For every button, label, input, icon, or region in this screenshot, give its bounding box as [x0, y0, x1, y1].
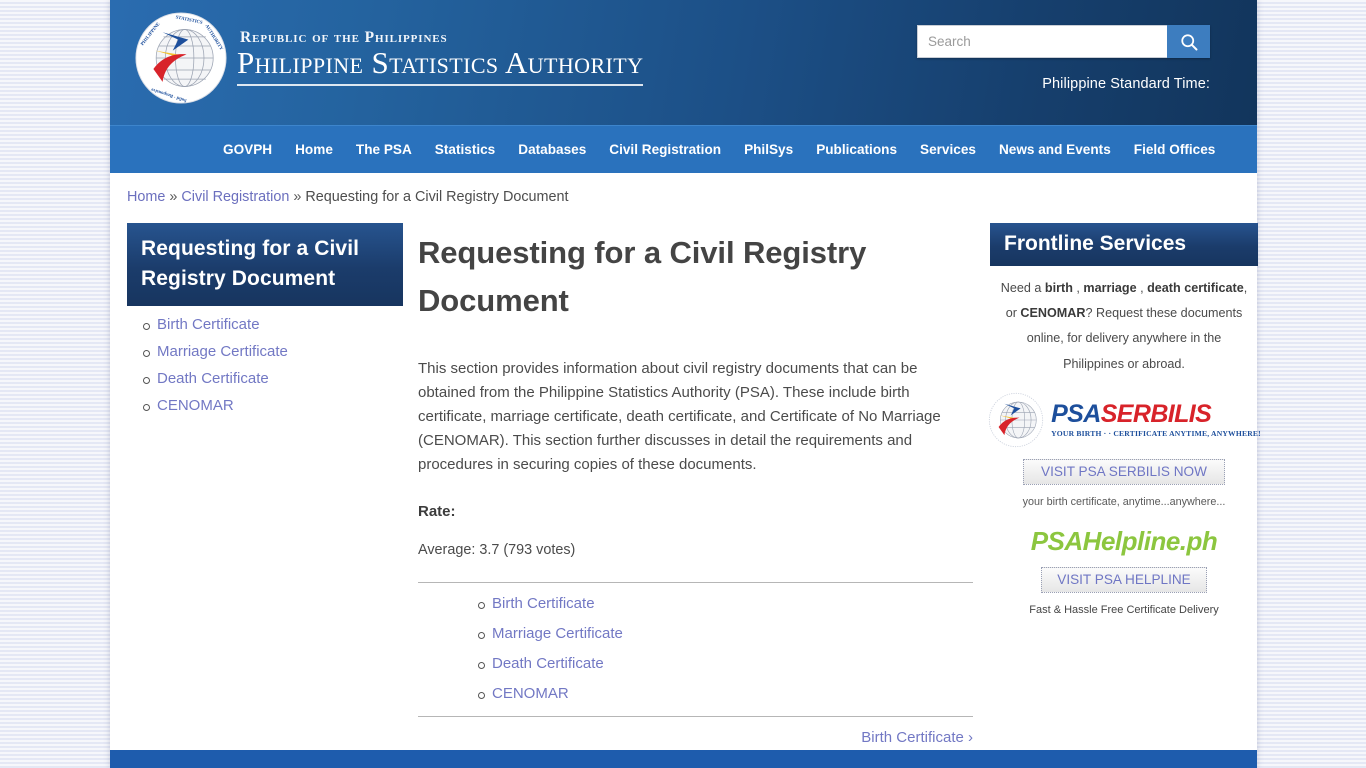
blurb-prefix: Need a — [1000, 281, 1045, 295]
blurb-cenomar: CENOMAR — [1020, 306, 1086, 321]
breadcrumb-current: Requesting for a Civil Registry Document — [305, 189, 569, 205]
intro-paragraph: This section provides information about … — [418, 360, 941, 474]
blurb-birth: birth — [1044, 281, 1073, 295]
serbilis-wordmark: PSASERBILIS YOUR BIRTH · · CERTIFICATE A… — [1051, 399, 1261, 438]
breadcrumb-separator: » — [293, 189, 302, 205]
brand-text: Republic of the Philippines Philippine S… — [237, 28, 644, 87]
search-form[interactable] — [917, 25, 1210, 58]
serbilis-word-psa: PSA — [1051, 399, 1101, 428]
brand-title: Philippine Statistics Authority — [237, 45, 644, 87]
site-masthead: PHILIPPINE STATISTICS AUTHORITY Solid · … — [110, 0, 1257, 125]
list-item: Marriage Certificate — [478, 625, 973, 642]
main-navigation: GOVPH Home The PSA Statistics Databases … — [110, 125, 1257, 173]
serbilis-word-serbilis: SERBILIS — [1100, 399, 1212, 428]
nav-item-philsys[interactable]: PhilSys — [744, 142, 793, 157]
nav-item-statistics[interactable]: Statistics — [435, 142, 495, 157]
list-item: Marriage Certificate — [141, 343, 403, 360]
nav-item-publications[interactable]: Publications — [816, 142, 897, 157]
sidebar-item-cenomar[interactable]: CENOMAR — [157, 397, 234, 414]
visit-psa-serbilis-button[interactable]: VISIT PSA SERBILIS NOW — [1023, 458, 1225, 485]
psa-helpline-logo: PSAHelpline.ph — [1030, 525, 1218, 556]
content-area: Home » Civil Registration » Requesting f… — [110, 173, 1261, 761]
nav-item-civil-registration[interactable]: Civil Registration — [609, 142, 721, 157]
blurb-sep: , — [1072, 281, 1084, 295]
list-item: Birth Certificate — [478, 595, 973, 612]
breadcrumb-separator: » — [169, 189, 178, 205]
nav-item-home[interactable]: Home — [295, 142, 333, 157]
psa-seal-icon — [987, 391, 1045, 449]
breadcrumb-civil-registration[interactable]: Civil Registration — [181, 189, 289, 205]
list-item: Death Certificate — [141, 370, 403, 387]
pager-next-link[interactable]: Birth Certificate › — [861, 729, 973, 746]
book-child-list: Birth Certificate Marriage Certificate D… — [418, 595, 973, 702]
serbilis-tagline: YOUR BIRTH · · CERTIFICATE ANYTIME, ANYW… — [1051, 428, 1261, 438]
left-sidebar: Requesting for a Civil Registry Document… — [127, 223, 403, 760]
breadcrumb: Home » Civil Registration » Requesting f… — [110, 173, 1257, 205]
sidebar-title: Requesting for a Civil Registry Document — [127, 223, 403, 306]
blurb-marriage: marriage — [1083, 281, 1137, 295]
search-input[interactable] — [917, 25, 1167, 58]
list-item: Birth Certificate — [141, 316, 403, 333]
sidebar-link-list: Birth Certificate Marriage Certificate D… — [127, 316, 403, 414]
site-brand[interactable]: PHILIPPINE STATISTICS AUTHORITY Solid · … — [135, 12, 644, 104]
three-column-layout: Requesting for a Civil Registry Document… — [110, 205, 1261, 761]
nav-item-news-and-events[interactable]: News and Events — [999, 142, 1111, 157]
footer-strip — [110, 750, 1257, 768]
page-title: Requesting for a Civil Registry Document — [418, 235, 867, 319]
frontline-services-title: Frontline Services — [990, 223, 1258, 266]
psa-serbilis-logo: PSASERBILIS YOUR BIRTH · · CERTIFICATE A… — [987, 391, 1261, 449]
frontline-services-blurb: Need a birth , marriage , death certific… — [990, 266, 1258, 377]
sub-link-cenomar[interactable]: CENOMAR — [492, 685, 569, 702]
right-sidebar: Frontline Services Need a birth , marria… — [987, 223, 1261, 760]
nav-item-services[interactable]: Services — [920, 142, 976, 157]
blurb-sep: , — [1136, 281, 1148, 295]
sidebar-item-birth-certificate[interactable]: Birth Certificate — [157, 316, 260, 333]
blurb-death-certificate: death certificate — [1147, 281, 1244, 295]
sub-link-marriage-certificate[interactable]: Marriage Certificate — [492, 625, 623, 642]
list-item: CENOMAR — [478, 685, 973, 702]
brand-subtitle: Republic of the Philippines — [240, 28, 448, 46]
nav-item-govph[interactable]: GOVPH — [223, 142, 272, 157]
nav-item-field-offices[interactable]: Field Offices — [1134, 142, 1216, 157]
philippine-standard-time-label: Philippine Standard Time: — [1042, 76, 1210, 92]
main-column: Requesting for a Civil Registry Document… — [403, 223, 973, 761]
rate-average: Average: 3.7 (793 votes) — [418, 542, 576, 559]
rate-label: Rate: — [418, 503, 456, 521]
list-item: CENOMAR — [141, 397, 403, 414]
sub-link-death-certificate[interactable]: Death Certificate — [492, 655, 604, 672]
nav-item-the-psa[interactable]: The PSA — [356, 142, 412, 157]
list-item: Death Certificate — [478, 655, 973, 672]
psa-seal-icon: PHILIPPINE STATISTICS AUTHORITY Solid · … — [135, 12, 227, 104]
search-icon — [1180, 33, 1197, 50]
sidebar-item-death-certificate[interactable]: Death Certificate — [157, 370, 269, 387]
divider — [418, 582, 973, 584]
sub-link-birth-certificate[interactable]: Birth Certificate — [492, 595, 595, 612]
nav-item-databases[interactable]: Databases — [518, 142, 586, 157]
site-page: PHILIPPINE STATISTICS AUTHORITY Solid · … — [110, 0, 1261, 768]
search-button[interactable] — [1167, 25, 1210, 58]
helpline-note: Fast & Hassle Free Certificate Delivery — [1029, 603, 1219, 616]
visit-psa-helpline-button[interactable]: VISIT PSA HELPLINE — [1041, 566, 1207, 593]
serbilis-note: your birth certificate, anytime...anywhe… — [1022, 495, 1226, 508]
sidebar-item-marriage-certificate[interactable]: Marriage Certificate — [157, 343, 288, 360]
breadcrumb-home[interactable]: Home — [127, 189, 165, 205]
